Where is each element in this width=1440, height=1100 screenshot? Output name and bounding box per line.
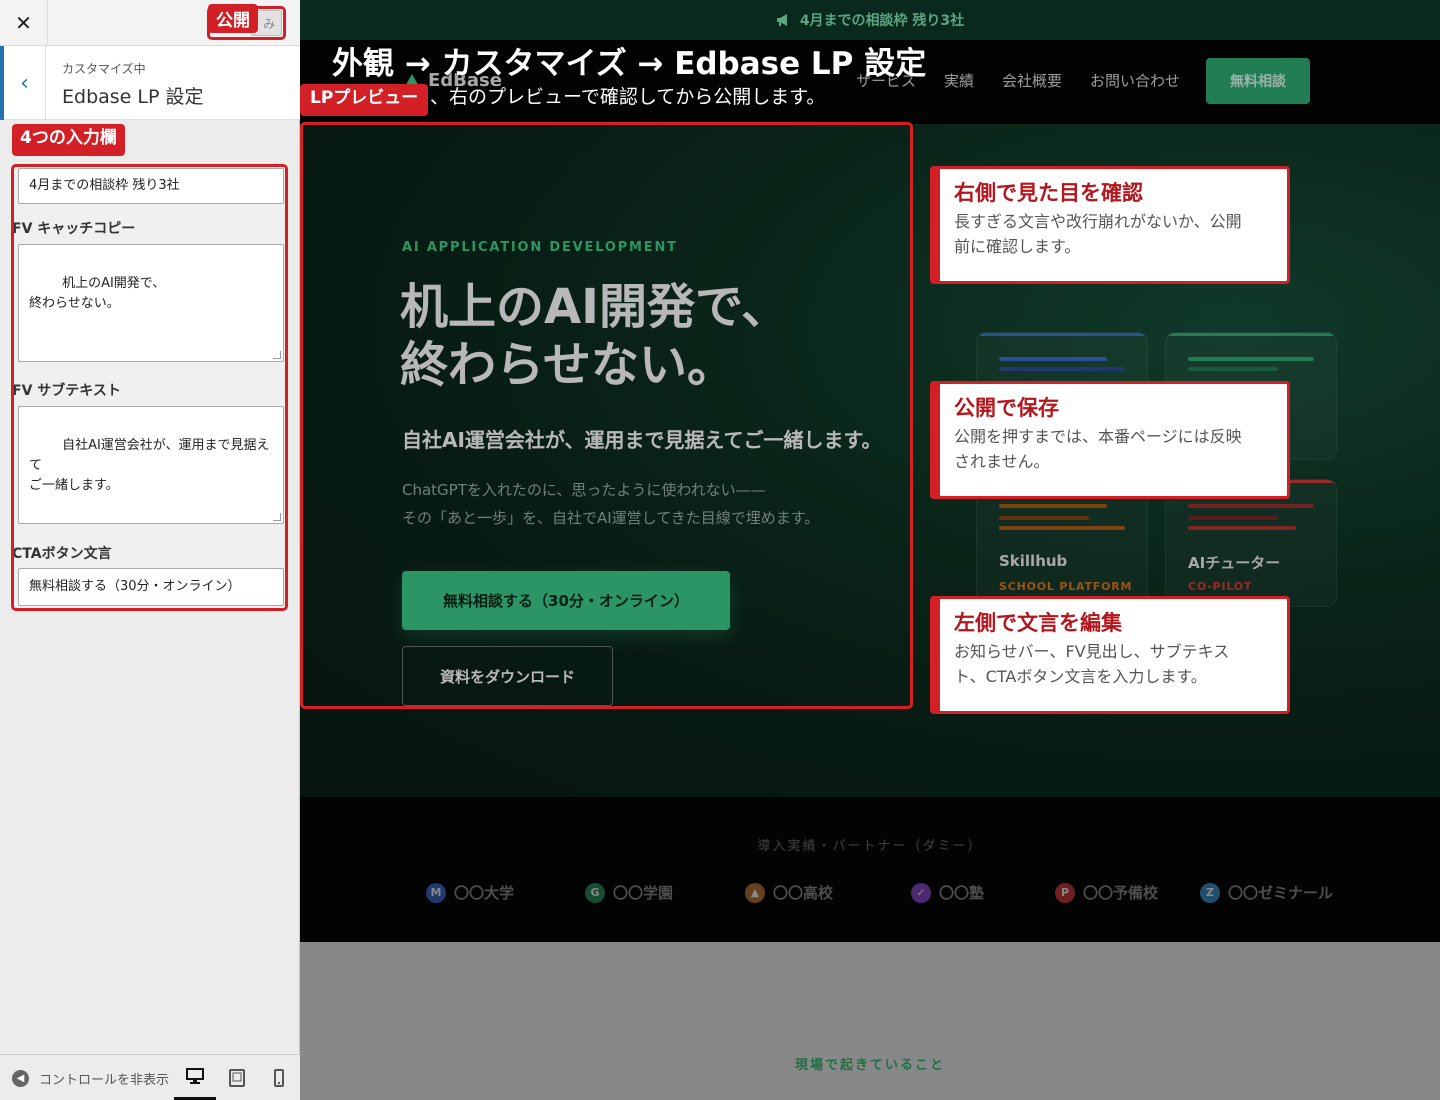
- nav-link-contact[interactable]: お問い合わせ: [1090, 70, 1180, 91]
- card-accent: [1166, 333, 1336, 336]
- guide-subtitle: 、右のプレビューで確認してから公開します。: [430, 86, 826, 108]
- card-bar: [1188, 526, 1296, 530]
- partner-logo-icon: ✓: [911, 882, 931, 903]
- desktop-preview-button[interactable]: [174, 1055, 216, 1100]
- card-tag: SCHOOL PLATFORM: [999, 580, 1133, 593]
- announcement-text: 4月までの相談枠 残り3社: [799, 13, 965, 29]
- card-bar: [1188, 516, 1278, 520]
- close-customizer-button[interactable]: ✕: [0, 0, 48, 46]
- next-section: 現場で起きていること: [300, 942, 1440, 1100]
- partners-title: 導入実績・パートナー（ダミー）: [757, 839, 983, 854]
- preview-tag: LPプレビュー: [300, 84, 429, 116]
- tablet-icon: [229, 1069, 245, 1087]
- card-bar: [999, 526, 1125, 530]
- card-bar: [999, 367, 1125, 371]
- partner-name: 〇〇学園: [613, 884, 674, 902]
- customizer-footer: ◀ コントロールを非表示: [0, 1054, 300, 1100]
- callout-title: 左側で文言を編集: [954, 611, 1122, 635]
- card-bar: [1188, 357, 1314, 361]
- hide-controls-label: コントロールを非表示: [39, 1073, 170, 1088]
- mobile-icon: [274, 1069, 284, 1087]
- card-name: Skillhub: [999, 552, 1068, 570]
- nav-link-company[interactable]: 会社概要: [1002, 70, 1062, 91]
- card-name: AIチューター: [1188, 554, 1281, 572]
- card-bar: [999, 504, 1107, 508]
- partner-item: ▲ 〇〇高校: [745, 882, 833, 903]
- collapse-icon: ◀: [12, 1070, 29, 1087]
- callout-body: 公開を押すまでは、本番ページには反映 されません。: [954, 427, 1242, 471]
- card-bar: [1188, 367, 1278, 371]
- partner-name: 〇〇予備校: [1083, 884, 1159, 902]
- card-bar: [999, 357, 1107, 361]
- partner-name: 〇〇ゼミナール: [1228, 884, 1334, 902]
- callout-publish-save: 公開で保存 公開を押すまでは、本番ページには反映 されません。: [930, 381, 1290, 499]
- guide-title: 外観 → カスタマイズ → Edbase LP 設定: [332, 46, 927, 82]
- nav-cta-button[interactable]: 無料相談: [1206, 58, 1310, 104]
- next-section-label: 現場で起きていること: [794, 1058, 945, 1073]
- callout-check-preview: 右側で見た目を確認 長すぎる文言や改行崩れがないか、公開 前に確認します。: [930, 166, 1290, 284]
- card-accent: [977, 333, 1147, 336]
- partner-name: 〇〇高校: [773, 884, 834, 902]
- nav-link-works[interactable]: 実績: [944, 70, 974, 91]
- callout-title: 公開で保存: [954, 396, 1059, 420]
- card-tag: CO-PILOT: [1188, 580, 1253, 593]
- inputs-tag: 4つの入力欄: [12, 124, 125, 156]
- partner-item: ✓ 〇〇塾: [911, 882, 984, 903]
- app-root: 4月までの相談枠 残り3社 EdBase サービス 実績 会社概要 お問い合わせ…: [0, 0, 1440, 1100]
- publish-tag: 公開: [208, 4, 258, 33]
- partner-logo-icon: M: [426, 882, 446, 903]
- section-kicker: カスタマイズ中: [62, 62, 146, 76]
- tablet-preview-button[interactable]: [216, 1055, 258, 1100]
- partner-logo-icon: G: [585, 882, 605, 903]
- partner-item: M 〇〇大学: [426, 882, 514, 903]
- partner-item: P 〇〇予備校: [1055, 882, 1158, 903]
- partner-item: Z 〇〇ゼミナール: [1200, 882, 1333, 903]
- partner-name: 〇〇塾: [939, 884, 985, 902]
- inputs-highlight: [11, 164, 288, 611]
- mobile-preview-button[interactable]: [258, 1055, 300, 1100]
- callout-edit-text: 左側で文言を編集 お知らせバー、FV見出し、サブテキス ト、CTAボタン文言を入…: [930, 596, 1290, 714]
- partner-name: 〇〇大学: [454, 884, 515, 902]
- callout-body: 長すぎる文言や改行崩れがないか、公開 前に確認します。: [954, 212, 1242, 256]
- partner-item: G 〇〇学園: [585, 882, 673, 903]
- back-button[interactable]: ‹: [0, 46, 46, 120]
- callout-body: お知らせバー、FV見出し、サブテキス ト、CTAボタン文言を入力します。: [954, 642, 1230, 686]
- partners-section: 導入実績・パートナー（ダミー） M 〇〇大学 G 〇〇学園 ▲ 〇〇高校 ✓ 〇…: [300, 797, 1440, 942]
- announcement-bar[interactable]: 4月までの相談枠 残り3社: [300, 0, 1440, 40]
- callout-title: 右側で見た目を確認: [954, 181, 1143, 205]
- partner-logo-icon: Z: [1200, 882, 1220, 903]
- megaphone-icon: [776, 14, 787, 26]
- desktop-icon: [186, 1068, 204, 1084]
- preview-highlight: [300, 122, 913, 709]
- card-bar: [1188, 504, 1314, 508]
- section-header: ‹ カスタマイズ中 Edbase LP 設定: [0, 46, 300, 120]
- partner-logo-icon: P: [1055, 882, 1075, 903]
- section-title: Edbase LP 設定: [62, 86, 204, 108]
- partner-logo-icon: ▲: [745, 882, 765, 903]
- card-bar: [999, 516, 1089, 520]
- hide-controls-button[interactable]: ◀ コントロールを非表示: [12, 1069, 172, 1088]
